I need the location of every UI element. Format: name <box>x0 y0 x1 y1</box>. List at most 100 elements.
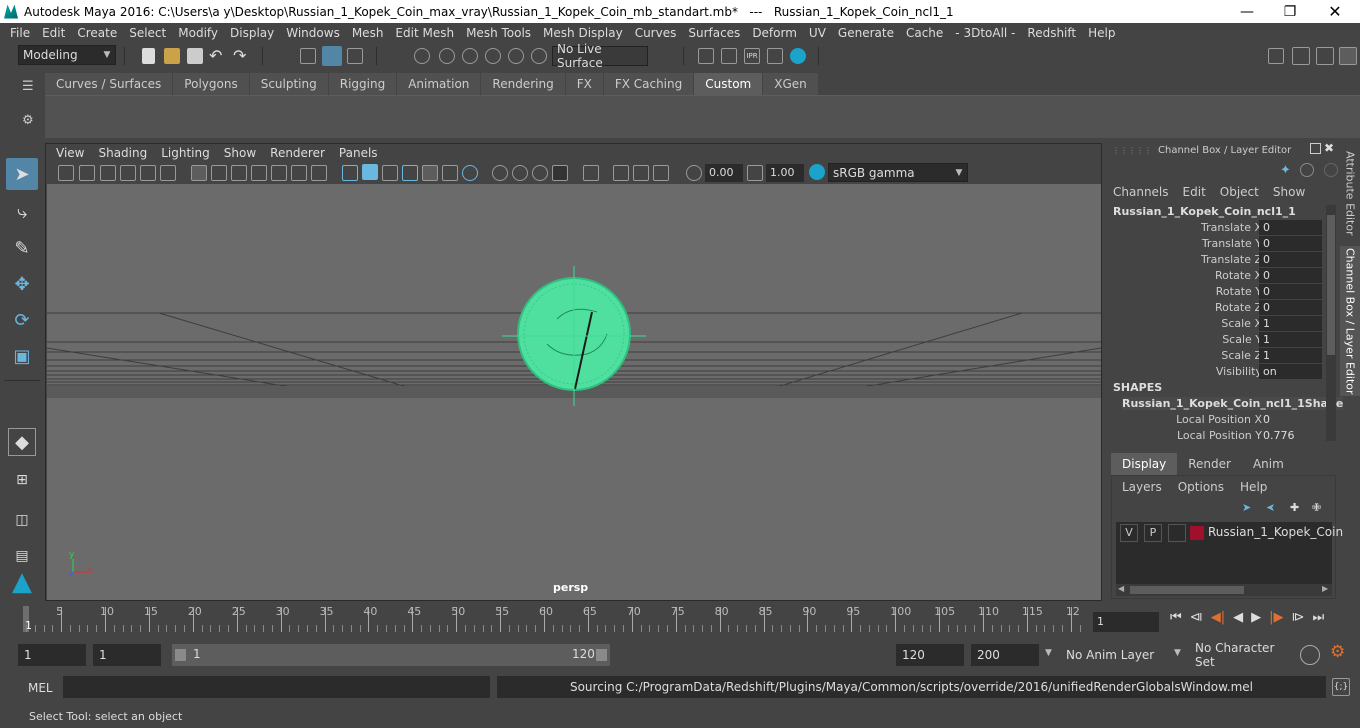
select-component-icon[interactable] <box>347 48 363 64</box>
redo-icon[interactable]: ↷ <box>233 46 246 65</box>
render-settings-icon[interactable] <box>698 48 714 64</box>
channelbox-scrollbar[interactable] <box>1326 205 1336 441</box>
layer-row[interactable]: V P Russian_1_Kopek_Coin <box>1116 524 1343 542</box>
open-scene-icon[interactable] <box>164 48 180 64</box>
menu-select[interactable]: Select <box>123 26 172 40</box>
script-editor-icon[interactable]: {;} <box>1332 678 1350 696</box>
select-object-icon[interactable] <box>322 46 342 66</box>
range-start-handle[interactable] <box>175 649 186 661</box>
tab-custom[interactable]: Custom <box>694 73 763 95</box>
channel-row[interactable]: Scale X1 <box>1106 316 1322 332</box>
scrollbar-thumb[interactable] <box>1327 215 1335 355</box>
attribute-editor-toggle-icon[interactable] <box>1292 47 1310 65</box>
channel-value[interactable]: 0 <box>1259 252 1322 267</box>
channel-row[interactable]: Visibility on <box>1106 364 1322 380</box>
layer-color-swatch[interactable] <box>1190 526 1204 540</box>
screen-space-ao-icon[interactable] <box>462 165 478 181</box>
field-chart-icon[interactable] <box>271 165 287 181</box>
isolate-select-icon[interactable] <box>552 165 568 181</box>
menu-cache[interactable]: Cache <box>900 26 949 40</box>
channel-row[interactable]: Rotate Y0 <box>1106 284 1322 300</box>
new-scene-icon[interactable] <box>142 48 155 64</box>
tab-curves-surfaces[interactable]: Curves / Surfaces <box>45 73 173 95</box>
smooth-shade-icon[interactable] <box>362 164 378 180</box>
menu-deform[interactable]: Deform <box>746 26 803 40</box>
menu-edit[interactable]: Edit <box>36 26 71 40</box>
menu-surfaces[interactable]: Surfaces <box>682 26 746 40</box>
use-all-lights-icon[interactable] <box>422 165 438 181</box>
close-icon[interactable]: ✕ <box>1312 0 1358 23</box>
scrollbar-thumb[interactable] <box>1130 586 1244 594</box>
channel-row[interactable]: Local Position X0 <box>1106 412 1322 428</box>
current-frame-field[interactable]: 1 <box>1093 612 1159 632</box>
menu-uv[interactable]: UV <box>803 26 832 40</box>
menu-windows[interactable]: Windows <box>280 26 346 40</box>
shadows-icon[interactable] <box>442 165 458 181</box>
animation-start-field[interactable]: 1 <box>18 644 86 666</box>
chevron-down-icon[interactable]: ▼ <box>1174 648 1181 658</box>
menu-mesh-display[interactable]: Mesh Display <box>537 26 629 40</box>
channel-value[interactable]: 0 <box>1259 412 1322 427</box>
image-plane-icon[interactable] <box>120 165 136 181</box>
shape-name[interactable]: Russian_1_Kopek_Coin_ncl1_1Shape <box>1122 397 1344 410</box>
scale-tool-icon[interactable]: ▣ <box>6 340 38 372</box>
four-view-layout-icon[interactable]: ⊞ <box>6 464 38 496</box>
exposure-icon[interactable] <box>686 165 702 181</box>
side-by-side-layout-icon[interactable]: ◫ <box>6 504 38 536</box>
channel-box-toggle-icon[interactable] <box>1339 47 1357 65</box>
tool-settings-toggle-icon[interactable] <box>1316 47 1334 65</box>
rotate-tool-icon[interactable]: ⟳ <box>6 304 38 336</box>
shelf-settings-gear-icon[interactable]: ⚙ <box>22 113 34 128</box>
menu-file[interactable]: File <box>4 26 36 40</box>
layer-menu-options[interactable]: Options <box>1178 480 1224 494</box>
animation-preferences-icon[interactable]: ⚙ <box>1330 642 1345 662</box>
channel-value[interactable]: 1 <box>1259 348 1322 363</box>
save-scene-icon[interactable] <box>187 48 203 64</box>
move-tool-icon[interactable]: ✥ <box>6 268 38 300</box>
resolution-gate-icon[interactable] <box>231 165 247 181</box>
gamma-field[interactable]: 1.00 <box>766 164 804 182</box>
script-language-button[interactable]: MEL <box>28 681 53 695</box>
play-forwards-icon[interactable]: ▶ <box>1251 610 1261 625</box>
select-camera-icon[interactable] <box>58 165 74 181</box>
snap-surface-icon[interactable] <box>508 48 524 64</box>
move-layer-down-icon[interactable]: ➤ <box>1266 501 1275 514</box>
float-panel-icon[interactable] <box>1310 143 1321 154</box>
object-name[interactable]: Russian_1_Kopek_Coin_ncl1_1 <box>1113 205 1296 218</box>
step-back-key-icon[interactable]: ⧏ <box>1190 610 1203 625</box>
channel-row[interactable]: Scale Z1 <box>1106 348 1322 364</box>
2d-pan-zoom-icon[interactable] <box>140 165 156 181</box>
playback-end-field[interactable]: 120 <box>896 644 964 666</box>
xray-active-components-icon[interactable] <box>613 165 629 181</box>
channel-value[interactable]: 0 <box>1259 268 1322 283</box>
single-view-layout-icon[interactable]: ◆ <box>8 428 36 456</box>
menu-mesh[interactable]: Mesh <box>346 26 390 40</box>
depth-of-field-icon[interactable] <box>532 165 548 181</box>
live-surface-field[interactable]: No Live Surface <box>552 42 648 70</box>
layer-scrollbar[interactable]: ◀ ▶ <box>1116 584 1332 596</box>
step-forward-frame-icon[interactable]: |▶ <box>1269 610 1283 625</box>
multisample-aa-icon[interactable] <box>512 165 528 181</box>
layer-display-type-toggle[interactable] <box>1168 524 1186 542</box>
channel-value[interactable]: 0 <box>1259 284 1322 299</box>
menu-help[interactable]: Help <box>1082 26 1121 40</box>
hypershade-icon[interactable] <box>790 48 806 64</box>
animation-end-field[interactable]: 200 <box>971 644 1039 666</box>
xray-icon[interactable] <box>583 165 599 181</box>
vp-menu-lighting[interactable]: Lighting <box>154 146 217 160</box>
scroll-left-icon[interactable]: ◀ <box>1118 584 1124 593</box>
render-view-icon[interactable] <box>767 48 783 64</box>
step-forward-key-icon[interactable]: ⧐ <box>1291 610 1304 625</box>
character-set-dropdown[interactable]: No Character Set <box>1191 641 1291 669</box>
channel-value[interactable]: 0.776 <box>1259 428 1322 443</box>
move-layer-up-icon[interactable]: ➤ <box>1242 501 1251 514</box>
lasso-tool-icon[interactable]: ⤷ <box>6 196 38 228</box>
gamma-icon[interactable] <box>747 165 763 181</box>
channel-value[interactable]: 0 <box>1259 220 1322 235</box>
menu-display[interactable]: Display <box>224 26 280 40</box>
textured-icon[interactable] <box>402 165 418 181</box>
cb-menu-edit[interactable]: Edit <box>1183 185 1206 199</box>
layer-name[interactable]: Russian_1_Kopek_Coin <box>1208 525 1343 539</box>
menu-create[interactable]: Create <box>71 26 123 40</box>
play-backwards-icon[interactable]: ◀ <box>1233 610 1243 625</box>
